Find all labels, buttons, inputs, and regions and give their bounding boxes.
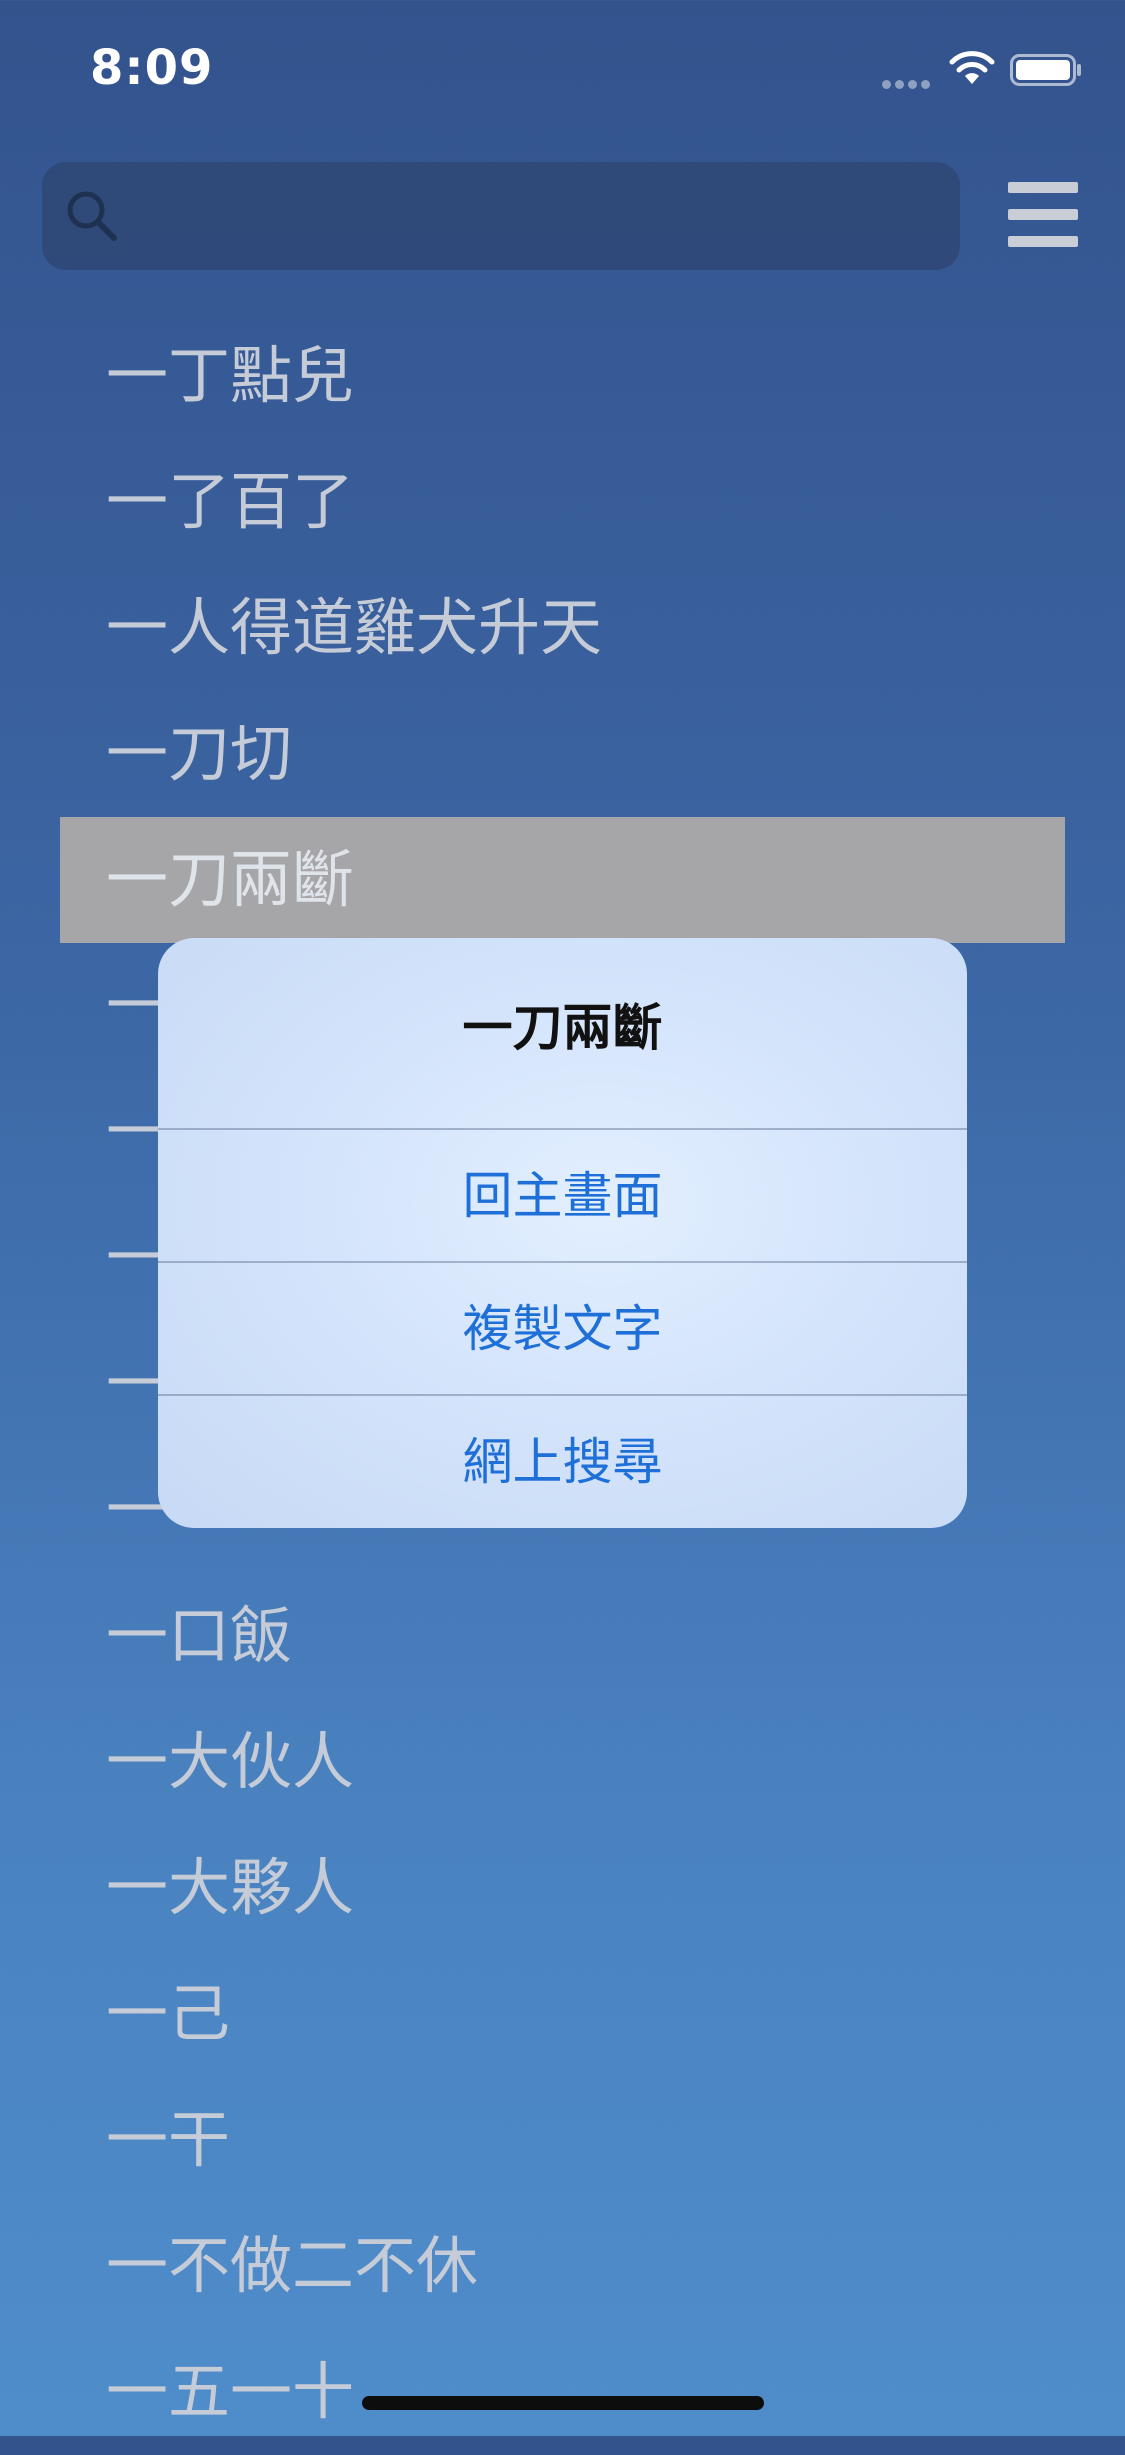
status-bar: 8:09	[0, 0, 1125, 140]
action-alert: 一刀兩斷 回主畫面 複製文字 網上搜尋	[158, 938, 967, 1528]
web-search-button[interactable]: 網上搜尋	[158, 1396, 967, 1528]
list-item-selected[interactable]: 一刀兩斷	[60, 817, 1065, 943]
list-item[interactable]: 一人得道雞犬升天	[0, 565, 1125, 691]
list-item[interactable]: 一干	[0, 2077, 1125, 2203]
alert-title: 一刀兩斷	[158, 938, 967, 1130]
back-to-home-button[interactable]: 回主畫面	[158, 1130, 967, 1263]
list-item[interactable]: 一刀切	[0, 691, 1125, 817]
search-icon	[67, 191, 117, 241]
list-item[interactable]: 一大伙人	[0, 1699, 1125, 1825]
list-item[interactable]: 一丁點兒	[0, 313, 1125, 439]
cellular-signal-icon	[882, 74, 934, 89]
list-item[interactable]: 一了百了	[0, 439, 1125, 565]
hamburger-menu-icon[interactable]	[1008, 182, 1080, 247]
list-item[interactable]: 一大夥人	[0, 1825, 1125, 1951]
list-item[interactable]: 一不做二不休	[0, 2203, 1125, 2329]
status-time: 8:09	[90, 40, 214, 96]
search-bar[interactable]	[42, 162, 960, 272]
search-input[interactable]	[142, 162, 926, 272]
wifi-icon	[949, 51, 995, 84]
list-item[interactable]: 一口飯	[0, 1573, 1125, 1699]
home-indicator[interactable]	[362, 2396, 764, 2410]
list-item[interactable]: 一五一十	[0, 2329, 1125, 2455]
battery-icon	[1010, 54, 1081, 86]
list-item[interactable]: 一己	[0, 1951, 1125, 2077]
copy-text-button[interactable]: 複製文字	[158, 1263, 967, 1396]
